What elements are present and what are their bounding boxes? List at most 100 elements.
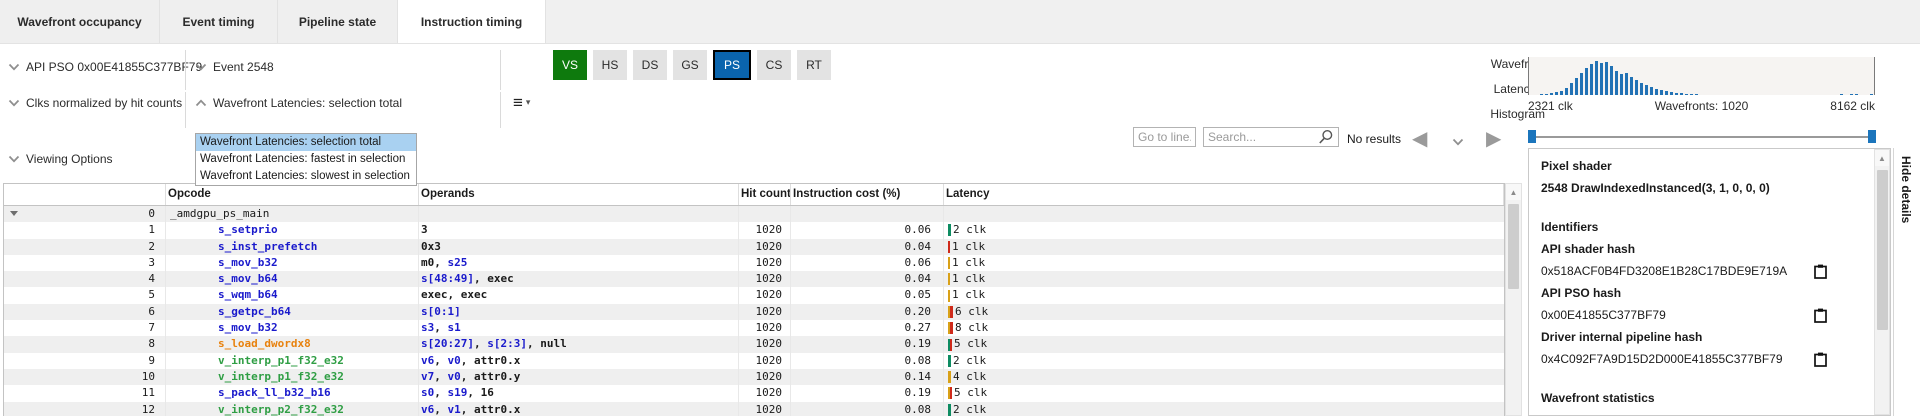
scroll-up-arrow-icon[interactable]: ▲ bbox=[1506, 184, 1521, 200]
operand-text: , attr0.x bbox=[461, 403, 521, 416]
histogram-bar bbox=[1550, 93, 1553, 95]
event-label: Event 2548 bbox=[213, 60, 274, 74]
scrollbar-thumb[interactable] bbox=[1877, 170, 1888, 330]
table-row[interactable]: 11s_pack_ll_b32_b16s0, s19, 1610200.195 … bbox=[4, 385, 1504, 401]
histogram-bar bbox=[1640, 83, 1643, 95]
api-pso-expander[interactable]: API PSO 0x00E41855C377BF79 bbox=[8, 60, 202, 74]
table-row[interactable]: 9v_interp_p1_f32_e32v6, v0, attr0.x10200… bbox=[4, 353, 1504, 369]
latency-bar-chart bbox=[948, 306, 953, 318]
latency-cell: 1 clk bbox=[944, 271, 1504, 287]
scrollbar-thumb[interactable] bbox=[1508, 204, 1519, 289]
opcode-cell: s_wqm_b64 bbox=[166, 287, 419, 303]
stage-button-ps[interactable]: PS bbox=[713, 50, 751, 80]
goto-line-input[interactable] bbox=[1133, 127, 1196, 147]
stage-button-ds[interactable]: DS bbox=[633, 50, 667, 80]
operands-cell: s0, s19, 16 bbox=[419, 385, 739, 401]
table-row[interactable]: 0_amdgpu_ps_main bbox=[4, 206, 1504, 222]
event-expander[interactable]: Event 2548 bbox=[195, 60, 274, 74]
copy-to-clipboard-icon[interactable] bbox=[1814, 308, 1827, 323]
search-options-chevron-icon[interactable] bbox=[1452, 138, 1464, 146]
histogram-bar bbox=[1680, 93, 1683, 95]
collapse-arrow-icon[interactable] bbox=[10, 211, 18, 216]
column-header-instruction-cost[interactable]: Instruction cost (%) bbox=[791, 184, 944, 205]
hit-count-cell: 1020 bbox=[739, 287, 791, 303]
column-header-opcode[interactable]: Opcode bbox=[166, 184, 419, 205]
table-scrollbar[interactable]: ▲ bbox=[1505, 183, 1522, 416]
hide-details-button[interactable]: Hide details bbox=[1893, 148, 1919, 416]
tab-event-timing[interactable]: Event timing bbox=[160, 0, 278, 43]
search-results-text: No results bbox=[1347, 132, 1401, 146]
latency-cell: 4 clk bbox=[944, 369, 1504, 385]
latency-text: 8 clk bbox=[955, 320, 988, 336]
tab-pipeline-state[interactable]: Pipeline state bbox=[278, 0, 398, 43]
histogram-range-slider[interactable] bbox=[1528, 136, 1876, 138]
table-row[interactable]: 6s_getpc_b64s[0:1]10200.206 clk bbox=[4, 304, 1504, 320]
operands-cell: s[20:27], s[2:3], null bbox=[419, 336, 739, 352]
latency-bar-segment bbox=[948, 355, 951, 367]
operands-cell: s3, s1 bbox=[419, 320, 739, 336]
stage-button-vs[interactable]: VS bbox=[553, 50, 587, 80]
hit-count-cell: 1020 bbox=[739, 353, 791, 369]
operand-text: , bbox=[474, 337, 487, 350]
table-row[interactable]: 10v_interp_p1_f32_e32v7, v0, attr0.y1020… bbox=[4, 369, 1504, 385]
line-number-cell: 12 bbox=[4, 402, 166, 416]
viewing-options-expander[interactable]: Viewing Options bbox=[8, 152, 113, 166]
tab-wavefront-occupancy[interactable]: Wavefront occupancy bbox=[0, 0, 160, 43]
opcode-cell: s_mov_b32 bbox=[166, 255, 419, 271]
column-header-latency[interactable]: Latency bbox=[944, 184, 1504, 205]
table-row[interactable]: 5s_wqm_b64exec, exec10200.051 clk bbox=[4, 287, 1504, 303]
copy-to-clipboard-icon[interactable] bbox=[1814, 352, 1827, 367]
dropdown-option-wavefront-latencies-slowest-in-selection[interactable]: Wavefront Latencies: slowest in selectio… bbox=[196, 168, 416, 185]
latency-text: 2 clk bbox=[953, 353, 986, 369]
operand-text: , 16 bbox=[467, 386, 494, 399]
operand-text: , bbox=[434, 354, 447, 367]
latency-text: 1 clk bbox=[952, 255, 985, 271]
column-header-line-number[interactable] bbox=[4, 184, 166, 205]
line-number-cell: 4 bbox=[4, 271, 166, 287]
table-row[interactable]: 3s_mov_b32m0, s2510200.061 clk bbox=[4, 255, 1504, 271]
operand-text: exec, exec bbox=[421, 288, 487, 301]
instruction-cost-cell: 0.06 bbox=[791, 222, 944, 238]
stage-button-gs[interactable]: GS bbox=[673, 50, 707, 80]
histogram-bar bbox=[1595, 61, 1598, 95]
latency-combobox[interactable]: Wavefront Latencies: selection total bbox=[195, 96, 402, 110]
copy-to-clipboard-icon[interactable] bbox=[1814, 264, 1827, 279]
slider-handle-right[interactable] bbox=[1868, 130, 1876, 143]
histogram-bar bbox=[1695, 94, 1698, 95]
hit-count-cell: 1020 bbox=[739, 369, 791, 385]
clks-expander[interactable]: Clks normalized by hit counts bbox=[8, 96, 182, 110]
hash-value: 0x4C092F7A9D15D2D000E41855C377BF79 bbox=[1541, 352, 1783, 367]
dropdown-option-wavefront-latencies-fastest-in-selection[interactable]: Wavefront Latencies: fastest in selectio… bbox=[196, 151, 416, 168]
histogram-stats: 2321 clk Wavefronts: 1020 8162 clk bbox=[1528, 99, 1875, 113]
table-row[interactable]: 4s_mov_b64s[48:49], exec10200.041 clk bbox=[4, 271, 1504, 287]
slider-handle-left[interactable] bbox=[1528, 130, 1536, 143]
table-row[interactable]: 2s_inst_prefetch0x310200.041 clk bbox=[4, 239, 1504, 255]
instruction-cost-cell: 0.04 bbox=[791, 271, 944, 287]
column-header-hit-count[interactable]: Hit count bbox=[739, 184, 791, 205]
stage-button-cs[interactable]: CS bbox=[757, 50, 791, 80]
dropdown-option-wavefront-latencies-selection-total[interactable]: Wavefront Latencies: selection total bbox=[196, 134, 416, 151]
table-row[interactable]: 12v_interp_p2_f32_e32v6, v1, attr0.x1020… bbox=[4, 402, 1504, 416]
details-scrollbar[interactable]: ▲ bbox=[1874, 149, 1890, 415]
column-header-operands[interactable]: Operands bbox=[419, 184, 739, 205]
opcode-text: s_mov_b64 bbox=[218, 272, 278, 285]
latency-cell: 1 clk bbox=[944, 239, 1504, 255]
table-row[interactable]: 8s_load_dwordx8s[20:27], s[2:3], null102… bbox=[4, 336, 1504, 352]
options-menu-button[interactable]: ≡ ▾ bbox=[513, 94, 530, 111]
opcode-text: s_mov_b32 bbox=[218, 256, 278, 269]
table-row[interactable]: 7s_mov_b32s3, s110200.278 clk bbox=[4, 320, 1504, 336]
latency-bar-segment bbox=[948, 273, 950, 285]
table-row[interactable]: 1s_setprio310200.062 clk bbox=[4, 222, 1504, 238]
stage-button-hs[interactable]: HS bbox=[593, 50, 627, 80]
latency-cell: 5 clk bbox=[944, 385, 1504, 401]
operands-cell: 3 bbox=[419, 222, 739, 238]
scroll-up-arrow-icon[interactable]: ▲ bbox=[1875, 150, 1889, 166]
tab-instruction-timing[interactable]: Instruction timing bbox=[398, 0, 546, 43]
viewing-options-label: Viewing Options bbox=[26, 152, 113, 166]
next-result-button[interactable]: ▶ bbox=[1486, 128, 1501, 150]
latency-bar-chart bbox=[948, 355, 951, 367]
stage-button-rt[interactable]: RT bbox=[797, 50, 831, 80]
previous-result-button[interactable]: ◀ bbox=[1412, 128, 1427, 150]
latency-text: 2 clk bbox=[953, 402, 986, 416]
opcode-text: s_pack_ll_b32_b16 bbox=[218, 386, 331, 399]
